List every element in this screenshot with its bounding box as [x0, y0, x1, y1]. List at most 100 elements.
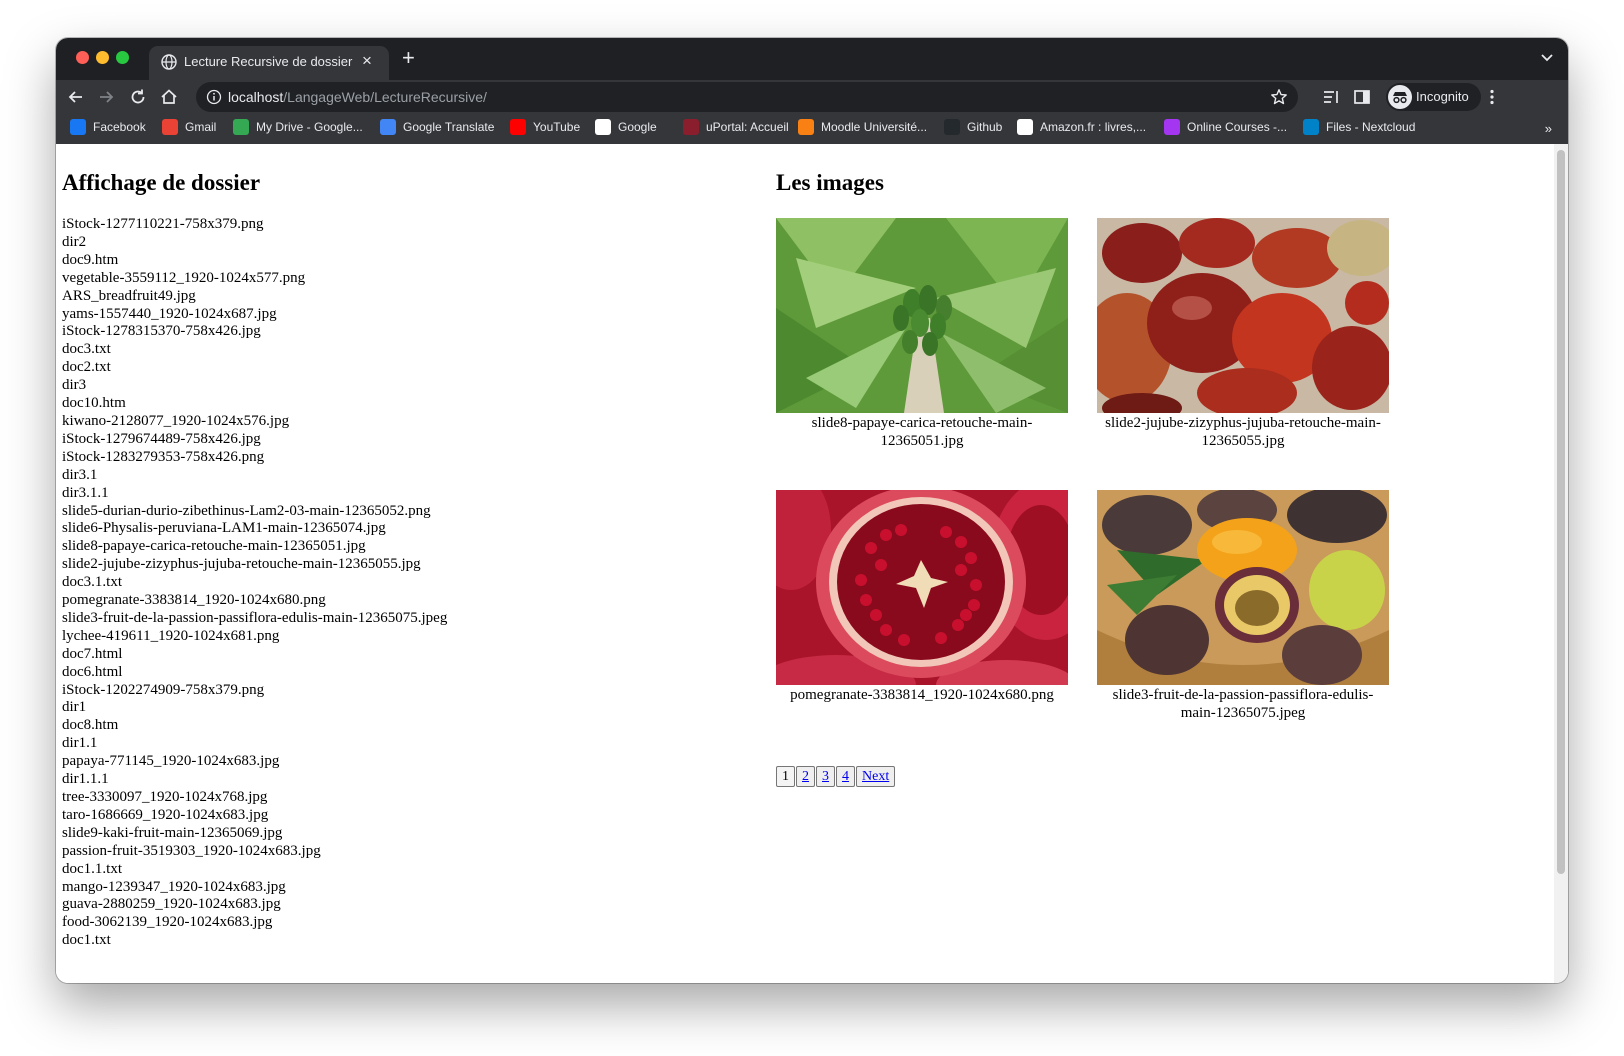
page-2-link[interactable]: 2	[796, 766, 815, 787]
file-list-item: doc10.htm	[62, 395, 126, 412]
close-window-button[interactable]	[76, 51, 89, 64]
file-list-item: iStock-1279674489-758x426.jpg	[62, 430, 261, 447]
file-list-item: dir3.1	[62, 466, 98, 483]
file-list-item: dir2	[62, 233, 87, 250]
more-bookmarks-button[interactable]: »	[1545, 121, 1552, 136]
scrollbar-thumb[interactable]	[1557, 150, 1565, 874]
passion-fruit-photo	[1097, 490, 1389, 685]
bookmark-label: Amazon.fr : livres,...	[1040, 120, 1147, 135]
active-tab[interactable]: Lecture Recursive de dossier ×	[149, 46, 389, 80]
file-list-item: doc3.txt	[62, 341, 111, 358]
bookmark-label: Google	[618, 120, 657, 135]
image-caption: slide3-fruit-de-la-passion-passiflora-ed…	[1112, 687, 1374, 721]
tab-search-chevron-icon[interactable]	[1540, 50, 1554, 64]
file-list-item: passion-fruit-3519303_1920-1024x683.jpg	[62, 842, 321, 859]
page-4-link[interactable]: 4	[836, 766, 855, 787]
bookmark-label: Moodle Université...	[821, 120, 928, 135]
incognito-label: Incognito	[1416, 89, 1469, 104]
youtube-icon	[510, 119, 526, 135]
incognito-icon	[1388, 85, 1412, 109]
bookmark-google-drive[interactable]: My Drive - Google...	[233, 119, 363, 138]
file-list-item: iStock-1202274909-758x379.png	[62, 681, 265, 698]
bookmark-label: YouTube	[533, 120, 581, 135]
bookmark-github[interactable]: Github	[944, 119, 1002, 138]
bookmark-amazon[interactable]: Amazon.fr : livres,...	[1017, 119, 1147, 138]
bookmarks-bar: » Facebook Gmail My Drive - Google... Googl…	[56, 114, 1568, 144]
bookmark-nextcloud[interactable]: Files - Nextcloud	[1303, 119, 1415, 138]
file-list-item: ARS_breadfruit49.jpg	[62, 287, 196, 304]
file-list-item: mango-1239347_1920-1024x683.jpg	[62, 878, 286, 895]
next-page-link[interactable]: Next	[856, 766, 896, 787]
file-list-item: doc8.htm	[62, 717, 119, 734]
amazon-icon	[1017, 119, 1033, 135]
url-path: /LangageWeb/LectureRecursive/	[283, 89, 487, 105]
url-host: localhost	[228, 89, 284, 105]
new-tab-icon[interactable]: +	[402, 47, 415, 69]
file-list-item: dir1	[62, 699, 87, 716]
bookmark-youtube[interactable]: YouTube	[510, 119, 581, 138]
facebook-icon	[70, 119, 86, 135]
home-icon[interactable]	[159, 87, 179, 107]
file-list-item: doc7.html	[62, 645, 123, 662]
image-caption: slide8-papaye-carica-retouche-main-12365…	[811, 415, 1033, 449]
kebab-menu-icon[interactable]	[1482, 87, 1502, 107]
bookmark-gmail[interactable]: Gmail	[162, 119, 217, 138]
side-panel-icon[interactable]	[1352, 87, 1372, 107]
file-list-item: tree-3330097_1920-1024x768.jpg	[62, 789, 268, 805]
image-caption: pomegranate-3383814_1920-1024x680.png	[790, 687, 1054, 703]
file-list-item: doc1.txt	[62, 932, 111, 949]
file-list-item: slide6-Physalis-peruviana-LAM1-main-1236…	[62, 520, 386, 537]
file-list-item: slide9-kaki-fruit-main-12365069.jpg	[62, 824, 283, 841]
tab-title: Lecture Recursive de dossier	[184, 54, 353, 69]
file-list: iStock-1277110221-758x379.png dir2 doc9.ht…	[62, 216, 682, 950]
images-heading: Les images	[776, 170, 884, 195]
file-list-item: iStock-1283279353-758x426.png	[62, 448, 265, 465]
file-list-item: guava-2880259_1920-1024x683.jpg	[62, 896, 281, 913]
vertical-scrollbar[interactable]	[1554, 144, 1568, 983]
nextcloud-icon	[1303, 119, 1319, 135]
file-list-item: dir1.1	[62, 735, 98, 752]
bookmark-moodle[interactable]: Moodle Université...	[798, 119, 928, 138]
moodle-icon	[798, 119, 814, 135]
bookmark-label: Facebook	[93, 120, 146, 135]
back-arrow-icon[interactable]	[66, 87, 86, 107]
file-list-item: doc3.1.txt	[62, 574, 122, 591]
minimize-window-button[interactable]	[96, 51, 109, 64]
bookmark-label: uPortal: Accueil	[706, 120, 789, 135]
bookmark-google-translate[interactable]: Google Translate	[380, 119, 494, 138]
file-list-item: food-3062139_1920-1024x683.jpg	[62, 914, 273, 931]
page-1-current: 1	[776, 766, 795, 787]
bookmark-uportal[interactable]: uPortal: Accueil	[683, 119, 789, 138]
forward-arrow-icon[interactable]	[96, 87, 116, 107]
bookmark-google[interactable]: Google	[595, 119, 657, 138]
bookmark-label: My Drive - Google...	[256, 120, 363, 135]
bookmark-star-icon[interactable]	[1270, 88, 1288, 106]
reload-icon[interactable]	[128, 87, 148, 107]
address-bar[interactable]: localhost/LangageWeb/LectureRecursive/	[196, 82, 1298, 112]
incognito-profile-button[interactable]: Incognito	[1386, 83, 1481, 111]
file-list-item: slide5-durian-durio-zibethinus-Lam2-03-m…	[62, 502, 431, 519]
browser-toolbar: localhost/LangageWeb/LectureRecursive/ I…	[56, 80, 1568, 114]
reading-list-icon[interactable]	[1321, 87, 1341, 107]
jujube-fruits-photo	[1097, 218, 1389, 413]
file-list-item: iStock-1278315370-758x426.jpg	[62, 323, 261, 340]
bookmark-udemy[interactable]: Online Courses -...	[1164, 119, 1288, 138]
browser-window: Lecture Recursive de dossier × + localho…	[56, 38, 1568, 983]
bookmark-label: Online Courses -...	[1187, 120, 1288, 135]
file-list-item: kiwano-2128077_1920-1024x576.jpg	[62, 412, 290, 429]
bookmark-label: Gmail	[185, 120, 217, 135]
uportal-icon	[683, 119, 699, 135]
page-3-link[interactable]: 3	[816, 766, 835, 787]
maximize-window-button[interactable]	[116, 51, 129, 64]
file-list-item: dir1.1.1	[62, 771, 109, 788]
file-list-item: iStock-1277110221-758x379.png	[62, 216, 264, 232]
file-list-item: doc1.1.txt	[62, 860, 122, 877]
file-list-item: pomegranate-3383814_1920-1024x680.png	[62, 592, 326, 609]
globe-icon	[161, 54, 177, 70]
file-list-item: lychee-419611_1920-1024x681.png	[62, 627, 280, 644]
bookmark-facebook[interactable]: Facebook	[70, 119, 146, 138]
close-tab-icon[interactable]: ×	[362, 52, 372, 69]
pagination: 1 2 3 4 Next	[776, 766, 896, 787]
site-info-icon[interactable]	[206, 89, 222, 105]
file-list-item: taro-1686669_1920-1024x683.jpg	[62, 806, 269, 823]
